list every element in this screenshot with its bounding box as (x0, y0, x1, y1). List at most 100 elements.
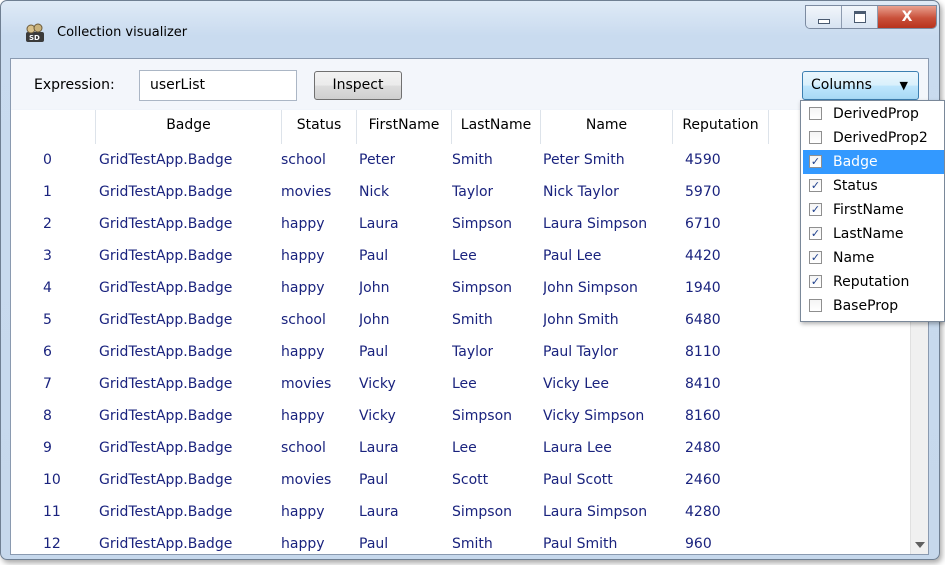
cell-lastname: Lee (452, 440, 477, 456)
title-bar[interactable]: SD Collection visualizer X (1, 1, 939, 57)
columns-menu-item[interactable]: DerivedProp2 (803, 126, 944, 150)
columns-menu-item[interactable]: ✓ Name (803, 246, 944, 270)
cell-badge: GridTestApp.Badge (99, 504, 233, 520)
cell-name: John Simpson (543, 280, 638, 296)
maximize-button[interactable] (842, 6, 878, 28)
cell-badge: GridTestApp.Badge (99, 472, 233, 488)
cell-reputation: 4420 (685, 248, 721, 264)
cell-reputation: 6710 (685, 216, 721, 232)
cell-name: Laura Simpson (543, 216, 648, 232)
cell-badge: GridTestApp.Badge (99, 248, 233, 264)
cell-lastname: Scott (452, 472, 489, 488)
scroll-down-arrow-icon[interactable] (915, 542, 925, 548)
checked-checkbox[interactable]: ✓ (809, 275, 822, 288)
inspect-button[interactable]: Inspect (314, 71, 402, 100)
cell-firstname: Paul (359, 536, 389, 552)
cell-lastname: Smith (452, 152, 493, 168)
columns-menu-item[interactable]: ✓ FirstName (803, 198, 944, 222)
cell-status: movies (281, 376, 332, 392)
window-title: Collection visualizer (57, 25, 188, 40)
cell-firstname: John (359, 312, 390, 328)
cell-firstname: Vicky (359, 408, 396, 424)
table-row[interactable]: 1 GridTestApp.Badge movies Nick Taylor Nick T… (11, 176, 891, 208)
cell-index: 6 (43, 344, 52, 360)
header-reputation[interactable]: Reputation (673, 110, 769, 144)
columns-menu-item[interactable]: ✓ Reputation (803, 270, 944, 294)
table-row[interactable]: 11 GridTestApp.Badge happy Laura Simpson Laur… (11, 496, 891, 528)
client-area: Expression: userList Inspect Columns ▼ B… (10, 58, 929, 555)
checked-checkbox[interactable]: ✓ (809, 251, 822, 264)
table-row[interactable]: 6 GridTestApp.Badge happy Paul Taylor Paul Ta… (11, 336, 891, 368)
cell-badge: GridTestApp.Badge (99, 280, 233, 296)
checked-checkbox[interactable]: ✓ (809, 155, 822, 168)
cell-name: Laura Simpson (543, 504, 648, 520)
columns-menu-item-label: LastName (833, 226, 904, 242)
table-row[interactable]: 5 GridTestApp.Badge school John Smith John Sm… (11, 304, 891, 336)
cell-name: Paul Taylor (543, 344, 618, 360)
table-row[interactable]: 9 GridTestApp.Badge school Laura Lee Laura Le… (11, 432, 891, 464)
table-row[interactable]: 4 GridTestApp.Badge happy John Simpson John S… (11, 272, 891, 304)
cell-lastname: Lee (452, 248, 477, 264)
table-row[interactable]: 2 GridTestApp.Badge happy Laura Simpson Laura… (11, 208, 891, 240)
columns-menu-item[interactable]: DerivedProp (803, 102, 944, 126)
close-button[interactable]: X (878, 6, 936, 28)
expression-label: Expression: (34, 77, 115, 93)
header-lastname[interactable]: LastName (452, 110, 541, 144)
table-row[interactable]: 12 GridTestApp.Badge happy Paul Smith Paul Sm… (11, 528, 891, 554)
columns-menu-item[interactable]: ✓ LastName (803, 222, 944, 246)
cell-index: 2 (43, 216, 52, 232)
cell-lastname: Smith (452, 312, 493, 328)
cell-status: happy (281, 216, 325, 232)
cell-status: happy (281, 504, 325, 520)
unchecked-checkbox[interactable] (809, 107, 822, 120)
columns-menu-item[interactable]: ✓ Badge (803, 150, 944, 174)
header-name[interactable]: Name (541, 110, 673, 144)
cell-badge: GridTestApp.Badge (99, 152, 233, 168)
header-index[interactable] (11, 110, 96, 144)
columns-menu-item-label: DerivedProp2 (833, 130, 928, 146)
unchecked-checkbox[interactable] (809, 299, 822, 312)
unchecked-checkbox[interactable] (809, 131, 822, 144)
cell-name: Vicky Simpson (543, 408, 645, 424)
minimize-button[interactable] (806, 6, 842, 28)
header-badge[interactable]: Badge (96, 110, 282, 144)
cell-badge: GridTestApp.Badge (99, 216, 233, 232)
table-row[interactable]: 7 GridTestApp.Badge movies Vicky Lee Vicky Le… (11, 368, 891, 400)
columns-menu-item-label: Reputation (833, 274, 910, 290)
header-firstname[interactable]: FirstName (357, 110, 452, 144)
data-grid[interactable]: Badge Status FirstName LastName Name Reputati… (11, 110, 928, 554)
checked-checkbox[interactable]: ✓ (809, 179, 822, 192)
columns-button-label: Columns (811, 77, 872, 93)
grid-header: Badge Status FirstName LastName Name Reputati… (11, 110, 928, 144)
cell-index: 9 (43, 440, 52, 456)
cell-badge: GridTestApp.Badge (99, 376, 233, 392)
caption-buttons: X (805, 5, 937, 29)
checked-checkbox[interactable]: ✓ (809, 227, 822, 240)
cell-index: 5 (43, 312, 52, 328)
checked-checkbox[interactable]: ✓ (809, 203, 822, 216)
cell-firstname: Paul (359, 472, 389, 488)
cell-index: 7 (43, 376, 52, 392)
cell-index: 0 (43, 152, 52, 168)
columns-menu-item[interactable]: ✓ Status (803, 174, 944, 198)
cell-index: 10 (43, 472, 61, 488)
expression-input[interactable]: userList (139, 70, 297, 101)
columns-menu-item[interactable]: BaseProp (803, 294, 944, 318)
header-status[interactable]: Status (282, 110, 357, 144)
cell-status: happy (281, 280, 325, 296)
cell-badge: GridTestApp.Badge (99, 440, 233, 456)
table-row[interactable]: 3 GridTestApp.Badge happy Paul Lee Paul Lee 44… (11, 240, 891, 272)
columns-dropdown-button[interactable]: Columns ▼ (802, 71, 919, 100)
columns-menu-item-label: Name (833, 250, 875, 266)
cell-firstname: Laura (359, 216, 399, 232)
table-row[interactable]: 8 GridTestApp.Badge happy Vicky Simpson Vicky… (11, 400, 891, 432)
table-row[interactable]: 10 GridTestApp.Badge movies Paul Scott Paul S… (11, 464, 891, 496)
cell-name: John Smith (543, 312, 619, 328)
cell-firstname: Nick (359, 184, 390, 200)
cell-firstname: Paul (359, 248, 389, 264)
cell-reputation: 5970 (685, 184, 721, 200)
cell-firstname: Vicky (359, 376, 396, 392)
cell-status: school (281, 440, 326, 456)
table-row[interactable]: 0 GridTestApp.Badge school Peter Smith Peter … (11, 144, 891, 176)
cell-status: movies (281, 472, 332, 488)
